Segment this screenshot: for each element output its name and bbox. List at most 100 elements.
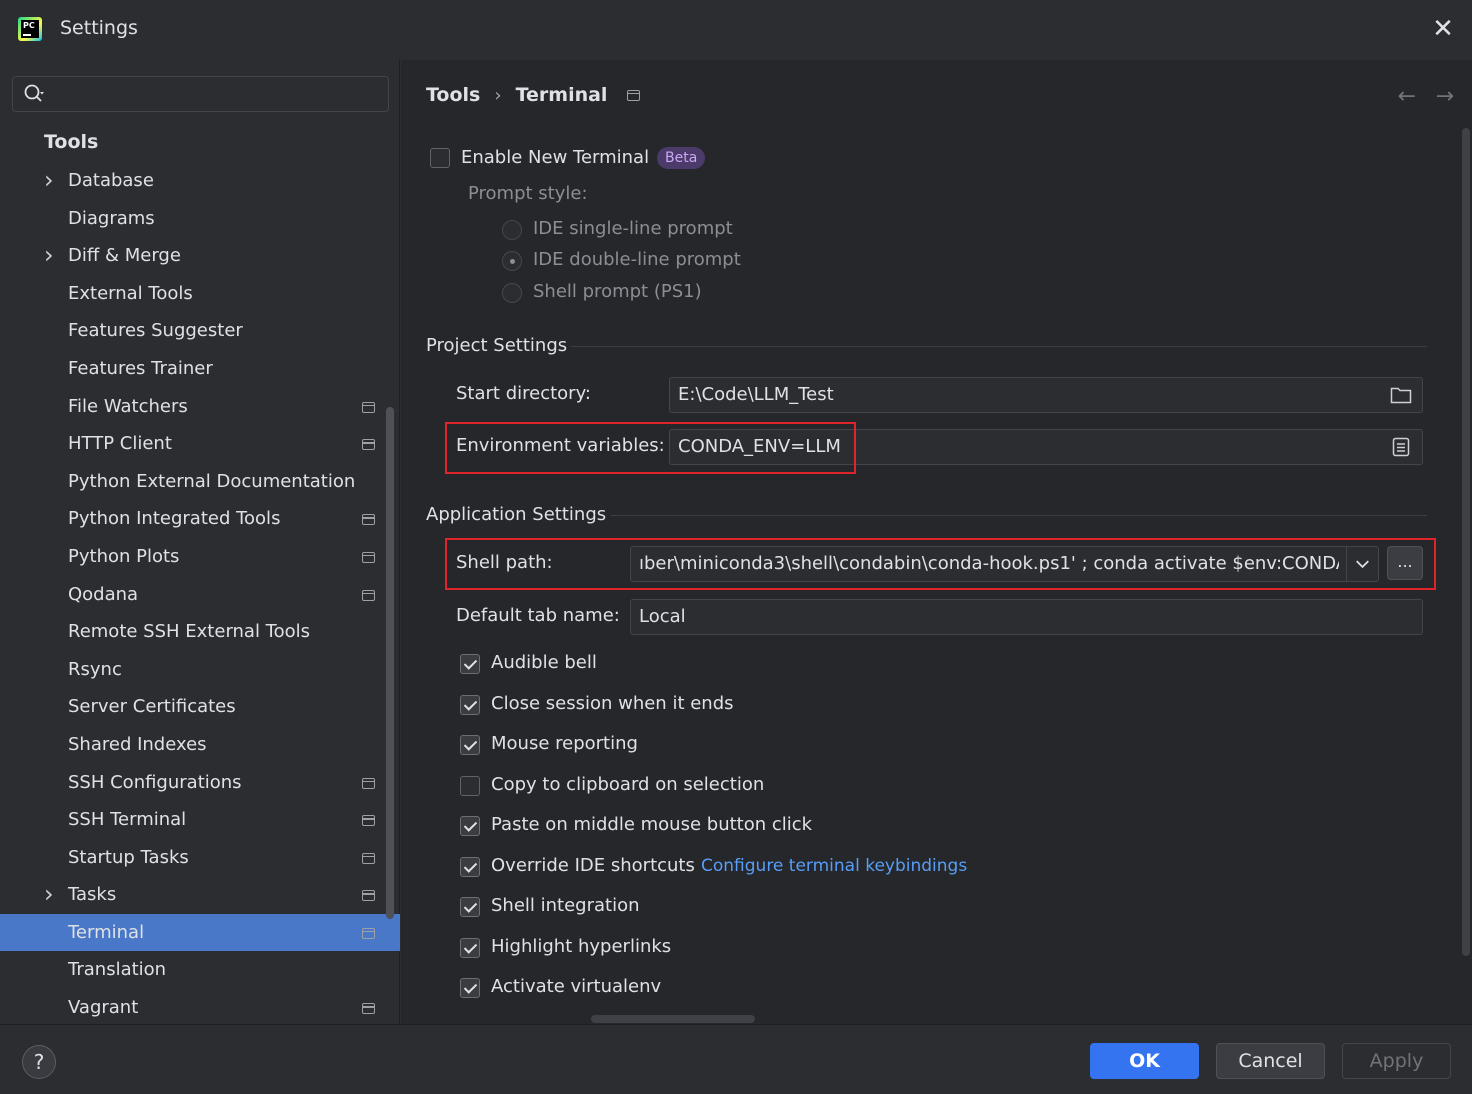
sidebar-item-label: Qodana [68,583,139,605]
settings-search[interactable] [12,76,389,112]
option-checkbox[interactable] [460,654,480,674]
option-checkbox[interactable] [460,978,480,998]
highlight-shell-path [445,538,1436,590]
prompt-radio-double-line[interactable] [502,251,522,271]
window-title: Settings [60,17,138,39]
project-level-icon [362,890,375,902]
enable-new-terminal-checkbox[interactable] [430,148,450,168]
option-checkbox[interactable] [460,897,480,917]
section-divider [571,346,1427,347]
configure-keybindings-link[interactable]: Configure terminal keybindings [701,856,967,876]
sidebar-item-label: Features Suggester [68,320,243,342]
search-input[interactable] [57,81,377,107]
sidebar-item[interactable]: Diagrams [0,200,400,238]
breadcrumb: Tools › Terminal [426,84,641,106]
content-scrollbar[interactable] [1462,128,1470,956]
help-button[interactable]: ? [22,1045,56,1079]
sidebar-item[interactable]: Qodana [0,576,400,614]
default-tab-label: Default tab name: [456,605,620,626]
project-level-icon [362,852,375,864]
option-checkbox[interactable] [460,816,480,836]
default-tab-field[interactable]: Local [630,599,1423,635]
sidebar-scrollbar[interactable] [386,407,394,919]
sidebar-item[interactable]: › Diff & Merge [0,237,400,275]
sidebar-item[interactable]: Python Plots [0,538,400,576]
ok-button[interactable]: OK [1090,1043,1199,1079]
breadcrumb-parent[interactable]: Tools [426,84,480,106]
sidebar-item-label: Database [68,170,154,191]
sidebar-item[interactable]: External Tools [0,275,400,313]
option-checkbox[interactable] [460,694,480,715]
sidebar-item[interactable]: SSH Configurations [0,764,400,802]
option-label: Highlight hyperlinks [491,935,672,957]
sidebar-item-label: Tasks [68,884,117,906]
sidebar-item-label: File Watchers [68,395,188,417]
project-level-icon [362,401,375,413]
settings-tree: › Database Diagrams › Diff & Merge External T… [0,162,400,1027]
sidebar-item-label: Features Trainer [68,357,213,379]
sidebar-item[interactable]: Shared Indexes [0,726,400,764]
sidebar-item-label: SSH Configurations [68,771,242,793]
sidebar-item[interactable]: File Watchers [0,388,400,426]
option-label: Copy to clipboard on selection [491,773,765,795]
sidebar-item[interactable]: › Database [0,162,400,200]
forward-arrow-icon[interactable]: → [1436,84,1454,109]
option-checkbox[interactable] [460,775,480,796]
dialog-footer: ? OK Cancel Apply [0,1024,1472,1094]
prompt-radio-shell-ps1[interactable] [502,283,522,303]
sidebar-item-label: External Tools [68,282,193,304]
folder-icon[interactable] [1390,386,1412,404]
horizontal-scrollbar[interactable] [591,1015,755,1023]
option-checkbox[interactable] [460,735,480,755]
sidebar-item[interactable]: › Tasks [0,876,400,914]
option-checkbox[interactable] [460,937,480,958]
sidebar-item-label: Remote SSH External Tools [68,621,311,643]
project-level-icon [362,777,375,789]
chevron-right-icon[interactable]: › [44,237,58,275]
start-directory-field[interactable]: E:\Code\LLM_Test [669,377,1423,413]
sidebar-item[interactable]: Vagrant [0,989,400,1027]
sidebar-item[interactable]: Python Integrated Tools [0,500,400,538]
sidebar-item[interactable]: HTTP Client [0,425,400,463]
start-directory-label: Start directory: [456,383,591,404]
sidebar-item[interactable]: Startup Tasks [0,839,400,877]
prompt-option-shell-ps1: Shell prompt (PS1) [533,281,702,302]
apply-button[interactable]: Apply [1342,1043,1451,1079]
sidebar-item[interactable]: Translation [0,951,400,989]
sidebar-item-label: Server Certificates [68,696,236,718]
option-label: Shell integration [491,895,640,916]
prompt-option-single-line: IDE single-line prompt [533,218,733,239]
close-icon[interactable]: ✕ [1428,14,1458,44]
breadcrumb-separator: › [494,84,502,106]
prompt-option-double-line: IDE double-line prompt [533,249,741,270]
sidebar-item[interactable]: Terminal [0,913,400,952]
sidebar-item[interactable]: Features Trainer [0,350,400,388]
sidebar-item-label: HTTP Client [68,433,172,455]
chevron-right-icon[interactable]: › [44,162,58,200]
project-level-icon [627,89,641,101]
option-checkbox[interactable] [460,856,480,877]
sidebar-item[interactable]: Rsync [0,651,400,689]
sidebar-item[interactable]: Remote SSH External Tools [0,613,400,651]
sidebar-item[interactable]: Features Suggester [0,312,400,350]
sidebar-item-label: SSH Terminal [68,809,187,831]
prompt-radio-single-line[interactable] [502,220,522,240]
default-tab-value: Local [639,606,686,627]
back-arrow-icon[interactable]: ← [1398,84,1416,109]
sidebar-item[interactable]: Python External Documentation [0,463,400,501]
tree-section-tools[interactable]: Tools [44,131,98,153]
document-icon[interactable] [1392,437,1410,457]
project-level-icon [362,1003,375,1015]
start-directory-value: E:\Code\LLM_Test [678,384,834,405]
settings-content: Tools › Terminal ← → Enable New Terminal… [401,60,1472,1024]
cancel-button[interactable]: Cancel [1216,1043,1325,1079]
pycharm-logo-icon: PC [18,17,42,41]
option-label: Close session when it ends [491,692,734,714]
sidebar-item[interactable]: Server Certificates [0,688,400,726]
sidebar-item-label: Python External Documentation [68,470,356,492]
chevron-right-icon[interactable]: › [44,876,58,914]
application-settings-title: Application Settings [426,504,607,525]
search-icon [24,84,44,102]
project-level-icon [362,589,375,601]
sidebar-item[interactable]: SSH Terminal [0,801,400,839]
